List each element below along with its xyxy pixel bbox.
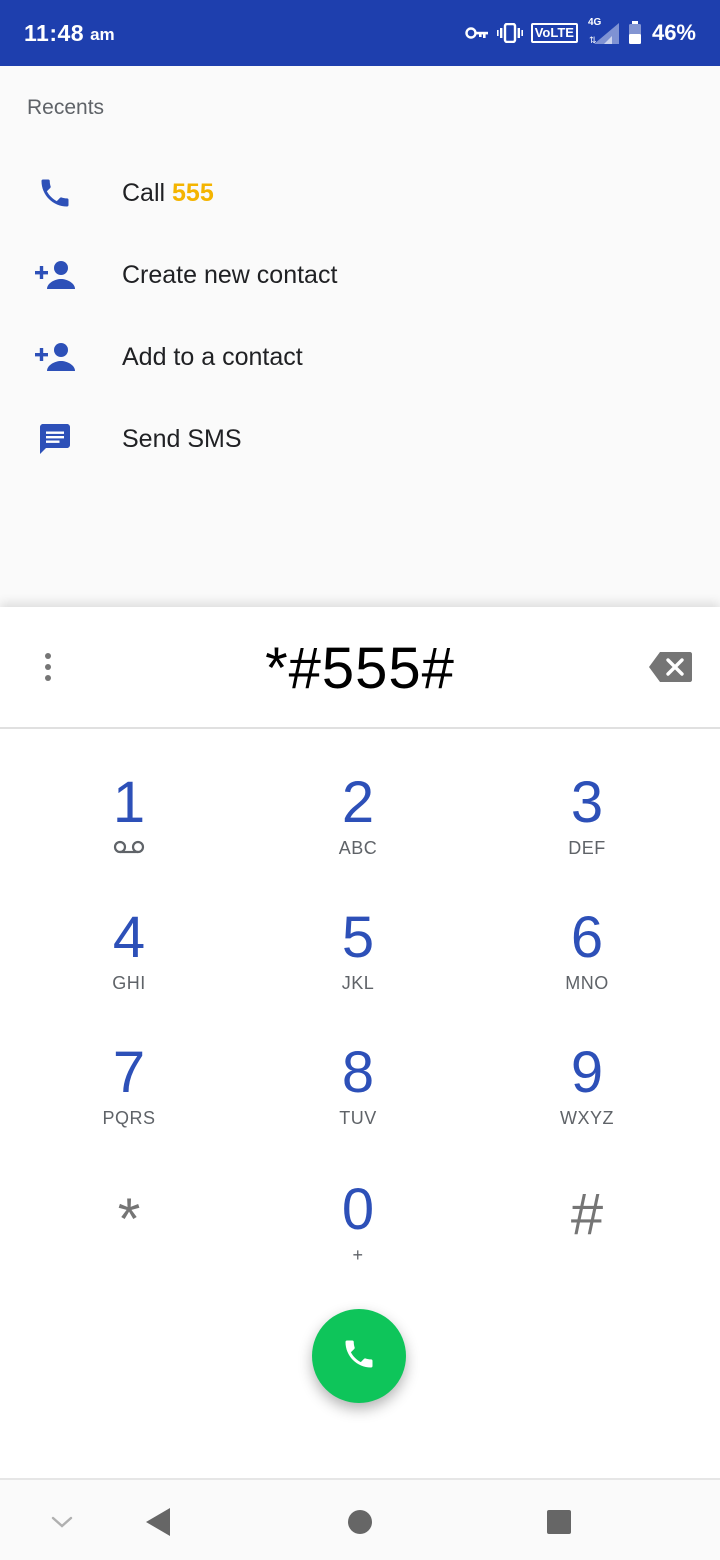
dial-key-9[interactable]: 9 WXYZ	[507, 1040, 667, 1160]
recents-icon[interactable]	[539, 1502, 579, 1542]
home-icon[interactable]	[340, 1502, 380, 1542]
recents-panel: Recents Call 555 Create new contact Add …	[0, 66, 720, 607]
status-bar: 11:48 am VoLTE 4G ⇅ 46%	[0, 0, 720, 66]
dial-key-letters: WXYZ	[560, 1108, 614, 1128]
dial-key-5[interactable]: 5 JKL	[278, 905, 438, 1025]
create-new-contact-label: Create new contact	[122, 260, 338, 289]
navigation-bar	[0, 1478, 720, 1560]
phone-icon	[34, 172, 76, 214]
chevron-down-icon[interactable]	[42, 1502, 82, 1542]
dial-key-digit: 6	[570, 905, 604, 970]
dial-key-letters: ABC	[338, 838, 378, 858]
dial-key-digit: 7	[112, 1040, 146, 1105]
signal-icon: 4G ⇅	[586, 17, 620, 45]
dial-key-star[interactable]: *	[49, 1187, 209, 1307]
status-time: 11:48	[24, 19, 85, 46]
dial-key-digit: 2	[341, 770, 375, 835]
more-options-icon[interactable]	[30, 647, 66, 687]
dialed-digits-field[interactable]: *#555#	[100, 635, 620, 702]
dial-key-letters: DEF	[568, 838, 606, 858]
vibrate-icon	[496, 23, 523, 43]
dial-key-0[interactable]: 0 +	[278, 1177, 438, 1297]
dial-key-digit: 5	[341, 905, 375, 970]
dial-key-digit: 4	[112, 905, 146, 970]
dial-key-digit: 8	[341, 1040, 375, 1105]
add-to-contact-action[interactable]: Add to a contact	[0, 316, 720, 398]
network-type: 4G	[587, 17, 602, 28]
dial-key-4[interactable]: 4 GHI	[49, 905, 209, 1025]
call-label-text: Call	[122, 178, 173, 207]
voicemail-icon	[113, 840, 145, 854]
send-sms-label: Send SMS	[122, 424, 242, 453]
dial-key-pound[interactable]: #	[507, 1182, 667, 1302]
dial-key-digit: *	[117, 1187, 141, 1252]
send-sms-action[interactable]: Send SMS	[0, 398, 720, 480]
call-number-highlight: 555	[172, 178, 214, 207]
volte-icon: VoLTE	[530, 23, 578, 43]
dial-key-7[interactable]: 7 PQRS	[49, 1040, 209, 1160]
dial-key-digit: 3	[570, 770, 604, 835]
dial-key-letters: GHI	[112, 973, 146, 993]
call-number-action[interactable]: Call 555	[0, 152, 720, 234]
dial-key-letters: +	[352, 1245, 364, 1265]
vpn-key-icon	[465, 26, 489, 40]
recents-title: Recents	[27, 96, 105, 119]
call-button[interactable]	[312, 1309, 406, 1403]
dial-key-2[interactable]: 2 ABC	[278, 770, 438, 890]
call-number-label: Call 555	[122, 179, 214, 208]
backspace-icon[interactable]	[648, 651, 696, 685]
dial-key-6[interactable]: 6 MNO	[507, 905, 667, 1025]
phone-icon	[341, 1336, 377, 1377]
dial-key-3[interactable]: 3 DEF	[507, 770, 667, 890]
dial-key-8[interactable]: 8 TUV	[278, 1040, 438, 1160]
dial-key-letters: JKL	[341, 973, 375, 993]
create-new-contact-action[interactable]: Create new contact	[0, 234, 720, 316]
dial-key-letters: MNO	[565, 973, 609, 993]
battery-icon	[628, 21, 642, 45]
dial-key-digit: 9	[570, 1040, 604, 1105]
dial-key-letters: TUV	[339, 1108, 377, 1128]
dial-key-letters: PQRS	[102, 1108, 156, 1128]
battery-level: 46%	[651, 20, 696, 45]
svg-text:⇅: ⇅	[589, 35, 597, 45]
dial-key-digit: #	[570, 1182, 604, 1247]
dialpad-panel: *#555# 1 2 ABC 3 DEF 4 GHI 5 JKL 6 MNO 7…	[0, 607, 720, 1478]
digits-row: *#555#	[0, 607, 720, 729]
dial-key-digit: 0	[341, 1177, 375, 1242]
status-icons: VoLTE 4G ⇅ 46%	[465, 17, 696, 46]
add-to-contact-label: Add to a contact	[122, 342, 303, 371]
status-ampm: am	[90, 25, 115, 44]
message-icon	[34, 418, 76, 460]
add-person-icon	[34, 336, 76, 378]
add-person-icon	[34, 254, 76, 296]
back-icon[interactable]	[138, 1502, 178, 1542]
dial-key-1[interactable]: 1	[49, 770, 209, 890]
dial-key-digit: 1	[112, 770, 146, 835]
